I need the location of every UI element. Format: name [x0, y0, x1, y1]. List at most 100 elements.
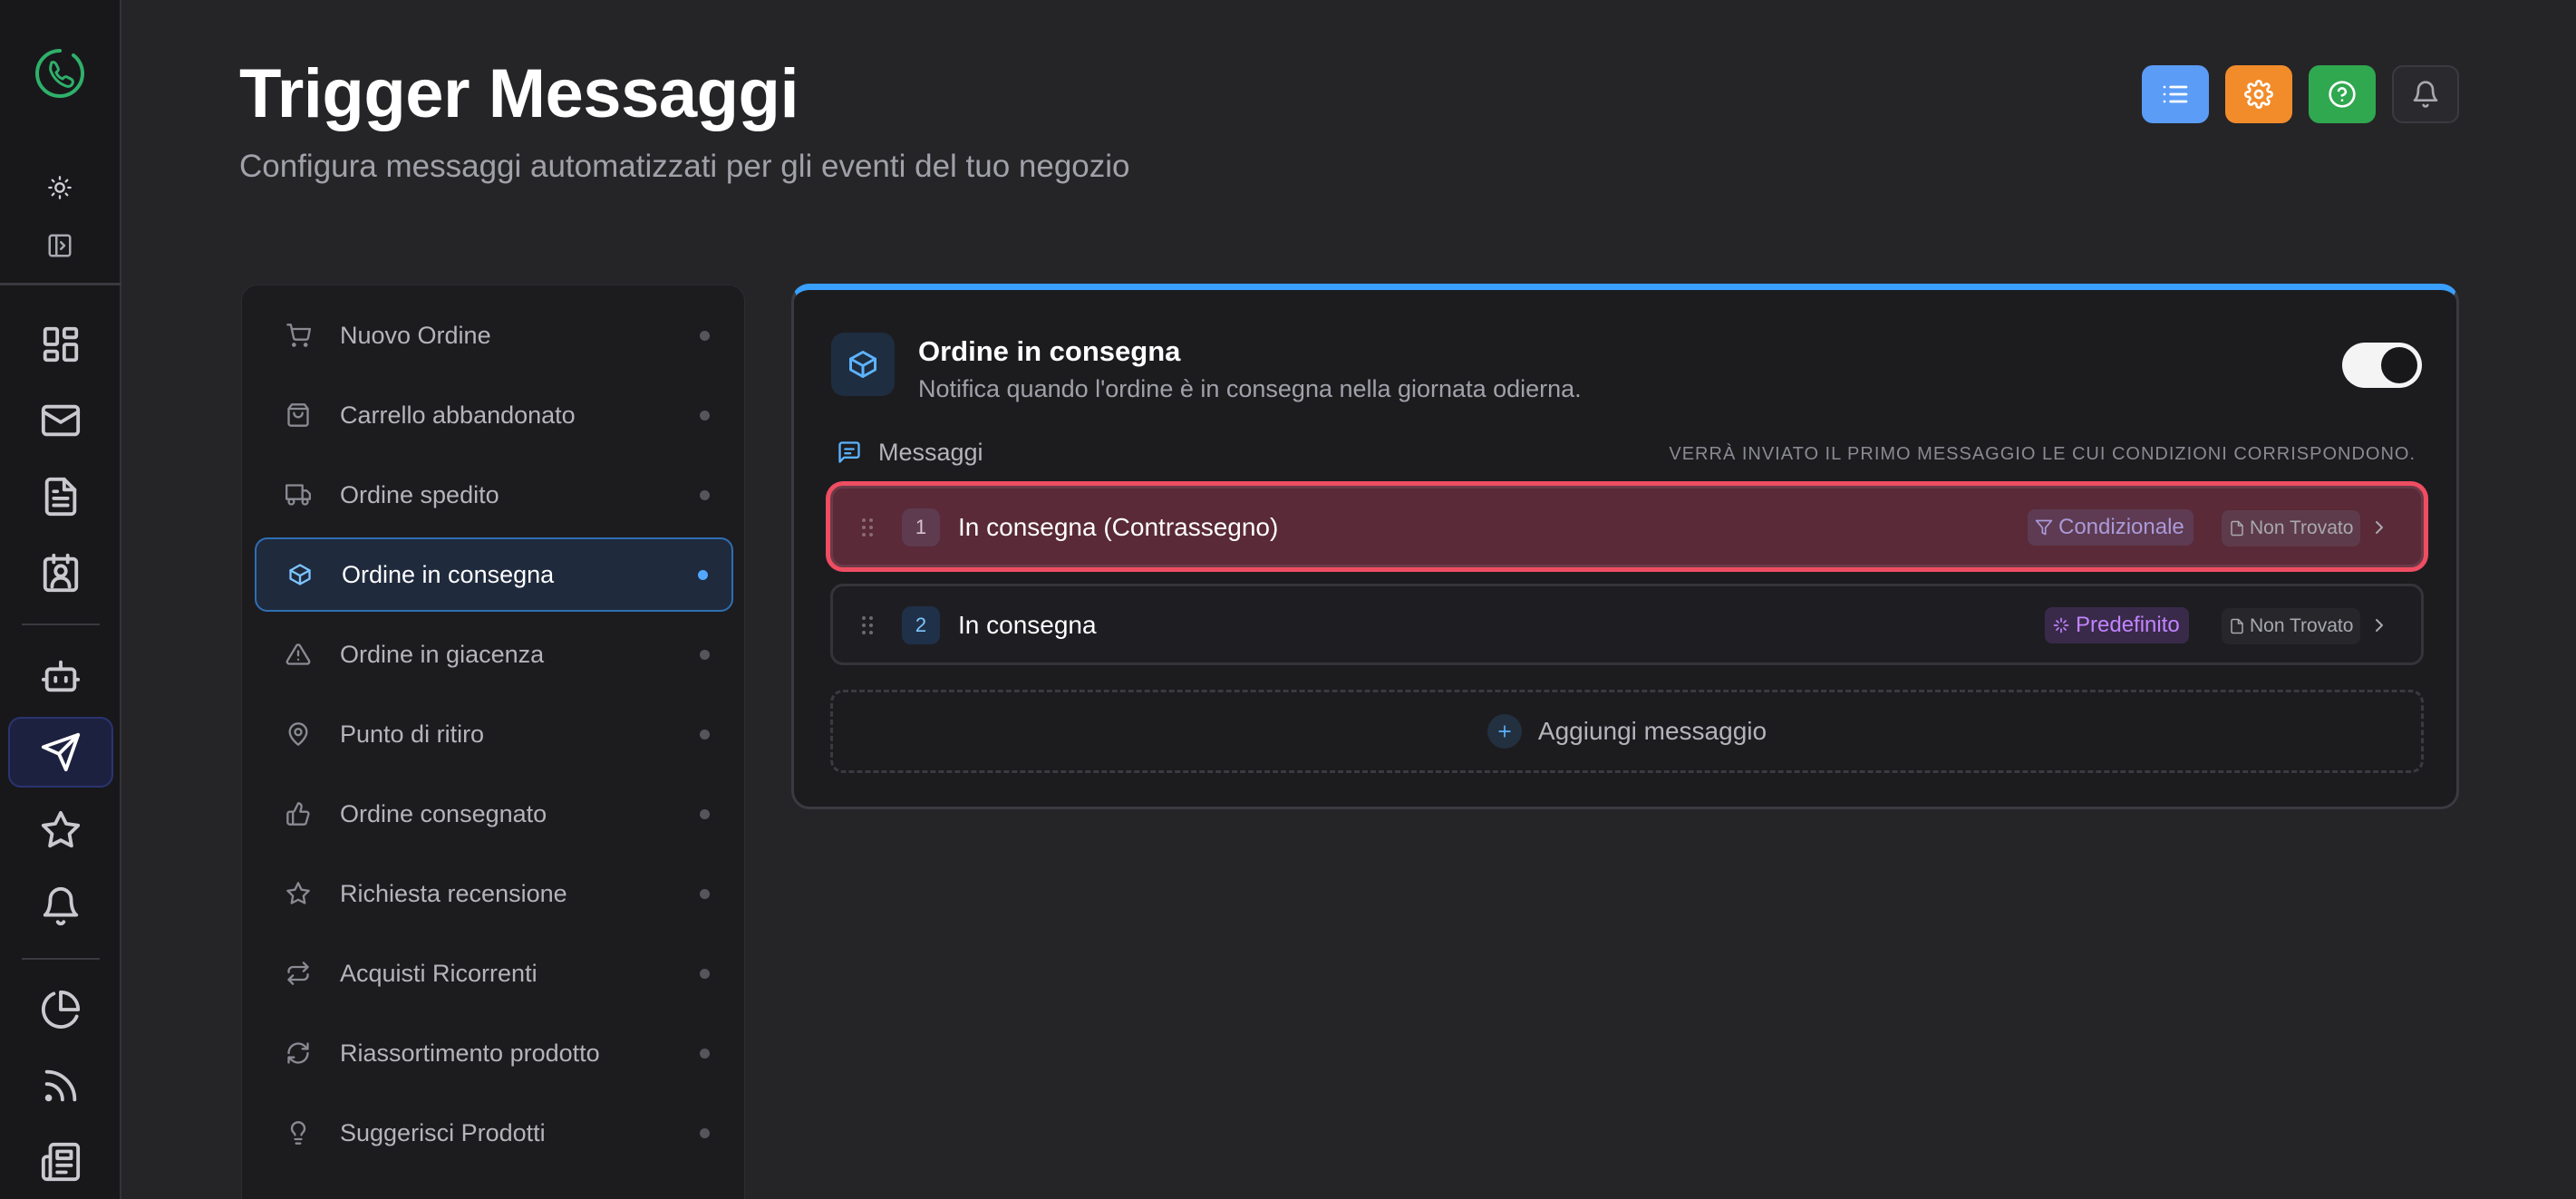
notifications-button[interactable] [2392, 65, 2459, 123]
app-logo[interactable] [32, 45, 88, 102]
star-icon [41, 810, 81, 848]
trigger-label: Suggerisci Prodotti [340, 1118, 546, 1146]
message-label: In consegna [958, 611, 1097, 639]
plus-icon [1487, 714, 1522, 749]
trigger-enabled-toggle[interactable] [2342, 343, 2422, 388]
trigger-title: Ordine in consegna [918, 335, 1181, 367]
trigger-item-richiesta-recensione[interactable]: Richiesta recensione [255, 856, 733, 931]
trigger-description: Notifica quando l'ordine è in consegna n… [918, 375, 1582, 402]
rail-item-dashboard[interactable] [8, 309, 113, 380]
messages-label: Messaggi [878, 439, 983, 466]
drag-handle-icon[interactable] [860, 517, 875, 538]
news-icon [41, 1142, 81, 1182]
sidebar-toggle-icon[interactable] [44, 230, 75, 261]
chevron-right-icon [2376, 521, 2383, 534]
rail-item-reviews[interactable] [8, 795, 113, 865]
status-dot [700, 968, 710, 979]
cart-icon [286, 324, 311, 347]
dashboard-icon [43, 326, 79, 363]
trigger-item-carrello-abbandonato[interactable]: Carrello abbandonato [255, 378, 733, 452]
message-row-2[interactable]: 2 In consegna Predefinito Non Trovato [830, 584, 2424, 665]
trigger-label: Nuovo Ordine [340, 321, 491, 349]
trigger-label: Ordine in consegna [342, 560, 555, 588]
pie-chart-icon [41, 990, 81, 1029]
package-icon [289, 564, 311, 585]
trigger-item-nuovo-ordine[interactable]: Nuovo Ordine [255, 298, 733, 372]
message-row-1[interactable]: 1 In consegna (Contrassegno) Condizional… [830, 486, 2424, 567]
list-button[interactable] [2142, 65, 2209, 123]
help-icon [2329, 81, 2356, 108]
bag-icon [287, 403, 309, 427]
trigger-item-ordine-in-giacenza[interactable]: Ordine in giacenza [255, 617, 733, 691]
send-icon [41, 732, 81, 772]
gear-icon [2244, 80, 2273, 109]
status-dot [700, 808, 710, 819]
status-dot [700, 649, 710, 660]
trigger-item-acquisti-ricorrenti[interactable]: Acquisti Ricorrenti [255, 936, 733, 1010]
rail-item-bot[interactable] [8, 641, 113, 711]
status-dot [700, 729, 710, 740]
status-dot [700, 330, 710, 341]
contacts-icon [43, 553, 79, 593]
theme-toggle-icon[interactable] [44, 172, 75, 203]
page-title: Trigger Messaggi [239, 55, 799, 132]
trigger-label: Richiesta recensione [340, 879, 567, 907]
status-badge: Non Trovato [2222, 510, 2361, 546]
truck-icon [286, 484, 311, 506]
settings-button[interactable] [2225, 65, 2292, 123]
trigger-label: Ordine in giacenza [340, 640, 545, 668]
file-icon [2231, 618, 2243, 634]
bot-icon [41, 660, 81, 692]
add-message-button[interactable]: Aggiungi messaggio [830, 690, 2424, 773]
trigger-label: Riassortimento prodotto [340, 1039, 600, 1067]
bell-icon [2413, 81, 2438, 108]
rail-item-send[interactable] [8, 717, 113, 788]
refresh-icon [287, 1042, 309, 1064]
thumbs-up-icon [286, 802, 310, 826]
trigger-item-ordine-spedito[interactable]: Ordine spedito [255, 458, 733, 532]
status-dot [698, 569, 708, 580]
trigger-item-ordine-consegnato[interactable]: Ordine consegnato [255, 777, 733, 851]
trigger-item-suggerisci-prodotti[interactable]: Suggerisci Prodotti [255, 1096, 733, 1170]
rail-item-feed[interactable] [8, 1050, 113, 1121]
message-square-icon [838, 441, 860, 463]
trigger-label: Ordine consegnato [340, 799, 547, 827]
sparkle-icon [2053, 617, 2069, 633]
mail-icon [41, 404, 81, 437]
trigger-item-punto-di-ritiro[interactable]: Punto di ritiro [255, 697, 733, 771]
status-dot [700, 1048, 710, 1059]
help-button[interactable] [2309, 65, 2376, 123]
bell-icon [43, 887, 79, 926]
message-number: 1 [902, 508, 940, 546]
rail-item-documents[interactable] [8, 461, 113, 532]
trigger-label: Punto di ritiro [340, 720, 485, 748]
rail-divider [0, 283, 121, 285]
status-badge: Non Trovato [2222, 608, 2361, 644]
list-icon [2163, 85, 2188, 103]
lightbulb-icon [290, 1121, 306, 1145]
rail-item-contacts[interactable] [8, 537, 113, 608]
page-subtitle: Configura messaggi automatizzati per gli… [239, 149, 1130, 184]
rail-item-mail[interactable] [8, 385, 113, 456]
drag-handle-icon[interactable] [860, 614, 875, 636]
message-label: In consegna (Contrassegno) [958, 513, 1279, 541]
rss-icon [44, 1069, 77, 1102]
rail-item-news[interactable] [8, 1126, 113, 1197]
rail-divider [22, 958, 100, 960]
status-dot [700, 489, 710, 500]
trigger-label: Carrello abbandonato [340, 401, 576, 429]
filter-icon [2035, 519, 2053, 536]
default-badge: Predefinito [2045, 607, 2189, 643]
trigger-list: Nuovo Ordine Carrello abbandonato Ordine… [241, 285, 745, 1199]
status-dot [700, 888, 710, 899]
status-dot [700, 410, 710, 421]
trigger-item-ordine-in-consegna[interactable]: Ordine in consegna [255, 537, 733, 612]
trigger-detail-panel: Ordine in consegna Notifica quando l'ord… [791, 284, 2459, 809]
toggle-knob [2381, 347, 2417, 383]
chevron-right-icon [2376, 619, 2383, 632]
trigger-item-riassortimento-prodotto[interactable]: Riassortimento prodotto [255, 1016, 733, 1090]
rail-item-analytics[interactable] [8, 974, 113, 1045]
trigger-label: Ordine spedito [340, 480, 499, 508]
star-icon [286, 882, 310, 904]
rail-item-notifications[interactable] [8, 871, 113, 942]
